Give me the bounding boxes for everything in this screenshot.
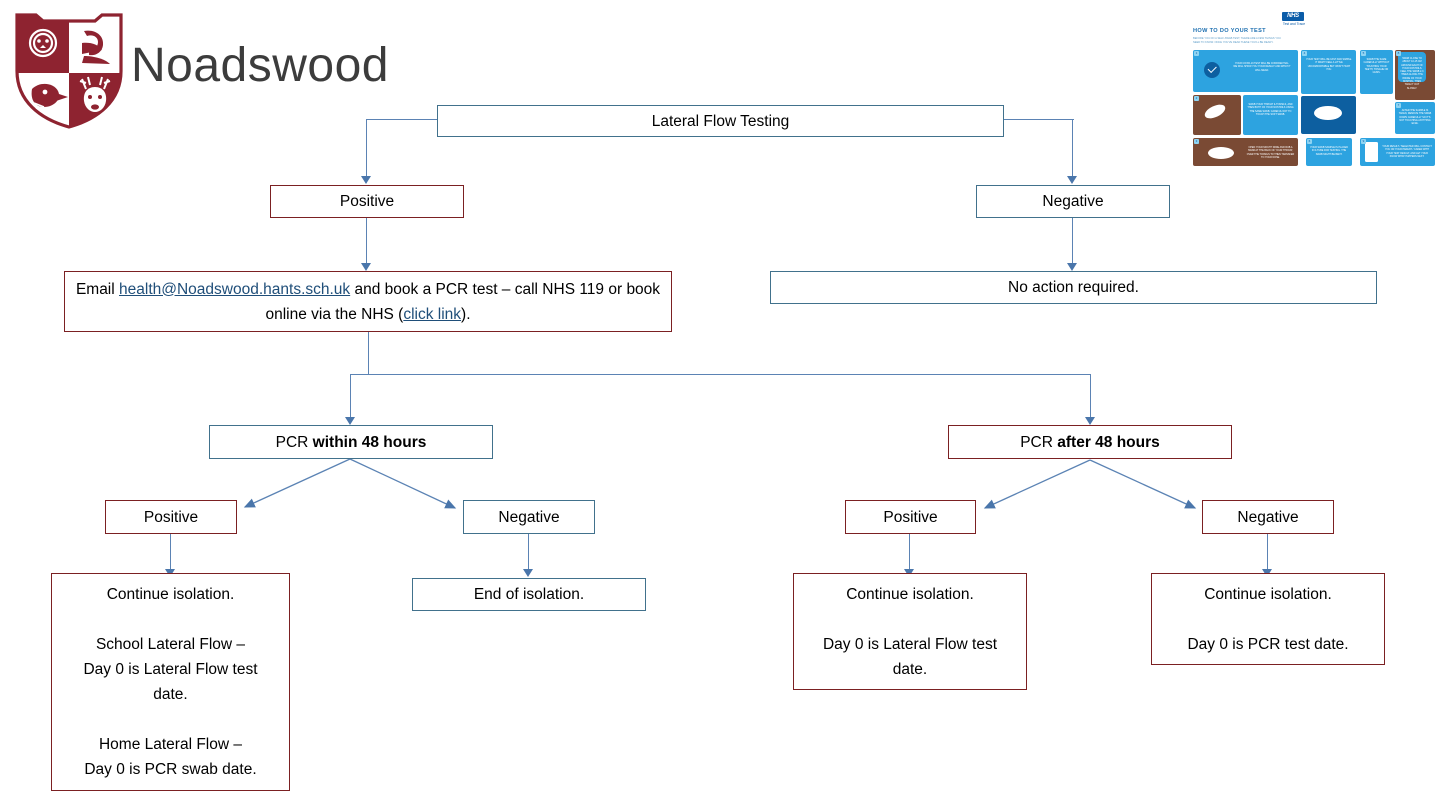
within-pos-line-6: Day 0 is PCR swab date. [84,761,257,778]
pcr-within-plain: PCR [275,433,313,451]
node-after-positive-outcome[interactable]: Continue isolation. Day 0 is Lateral Flo… [793,573,1027,690]
node-positive-top[interactable]: Positive [270,185,464,218]
node-no-action-required-label: No action required. [1008,279,1139,296]
connector-after-to-positive [983,459,1091,509]
after-neg-line-1: Continue isolation. [1204,585,1332,603]
node-within-positive-outcome[interactable]: Continue isolation. School Lateral Flow … [51,573,290,791]
connector-after-to-negative [1089,459,1197,509]
within-pos-line-4: date. [153,686,188,703]
node-pcr-after-48-hours[interactable]: PCR after 48 hours [948,425,1232,459]
node-within-negative-label: Negative [498,508,560,526]
connector-withinneg-to-outcome-arrow [523,569,533,577]
node-within-positive[interactable]: Positive [105,500,237,534]
within-pos-line-1: Continue isolation. [106,586,235,603]
nhs-booking-click-link[interactable]: click link [403,306,461,323]
node-within-negative[interactable]: Negative [463,500,595,534]
node-pcr-after-48-hours-label: PCR after 48 hours [949,430,1231,455]
node-negative-top[interactable]: Negative [976,185,1170,218]
node-pcr-within-48-hours-label: PCR within 48 hours [210,430,492,455]
node-after-negative-outcome[interactable]: Continue isolation. Day 0 is PCR test da… [1151,573,1385,665]
pcr-within-bold: within 48 hours [312,433,427,451]
email-post-text: ). [461,305,471,323]
flowchart-canvas: Noadswood NHS Test and Trace HOW TO DO Y… [0,0,1440,810]
node-after-positive-outcome-text: Continue isolation. Day 0 is Lateral Flo… [794,582,1026,682]
connector-afterpos-to-outcome-v [909,534,911,570]
pcr-after-bold: after 48 hours [1057,433,1160,451]
within-pos-line-2: School Lateral Flow – [95,636,246,653]
node-lateral-flow-testing[interactable]: Lateral Flow Testing [437,105,1004,137]
within-pos-line-3: Day 0 is Lateral Flow test [83,661,258,678]
after-pos-line-1: Continue isolation. [846,585,974,603]
node-within-negative-outcome[interactable]: End of isolation. [412,578,646,611]
node-within-negative-outcome-label: End of isolation. [473,586,585,603]
connector-withinneg-to-outcome-v [528,534,530,570]
node-within-positive-outcome-text: Continue isolation. School Lateral Flow … [52,582,289,782]
email-address-link[interactable]: health@Noadswood.hants.sch.uk [119,281,350,298]
after-neg-line-2: Day 0 is PCR test date. [1187,635,1349,653]
within-pos-gap-1 [58,607,283,632]
node-negative-top-label: Negative [1042,193,1104,210]
after-pos-line-2: Day 0 is Lateral Flow test [822,635,997,653]
after-neg-gap-1 [1158,607,1378,632]
within-pos-line-5: Home Lateral Flow – [98,736,242,753]
node-email-instruction[interactable]: Email health@Noadswood.hants.sch.uk and … [64,271,672,332]
node-email-instruction-text: Email health@Noadswood.hants.sch.uk and … [65,277,671,327]
node-positive-top-label: Positive [339,193,395,210]
email-pre-text: Email [75,280,120,298]
within-pos-gap-2 [58,707,283,732]
node-lateral-flow-testing-label: Lateral Flow Testing [651,112,790,130]
node-after-negative-outcome-text: Continue isolation. Day 0 is PCR test da… [1152,582,1384,657]
connector-within-to-negative [349,458,457,509]
connector-withinpos-to-outcome-v [170,534,172,570]
node-after-negative[interactable]: Negative [1202,500,1334,534]
node-within-positive-label: Positive [143,508,199,526]
after-pos-line-3: date. [892,660,928,678]
connector-afterneg-to-outcome-v [1267,534,1269,570]
node-no-action-required[interactable]: No action required. [770,271,1377,304]
node-after-positive[interactable]: Positive [845,500,976,534]
connector-within-to-positive [243,458,351,508]
node-after-positive-label: Positive [883,508,938,526]
node-after-negative-label: Negative [1237,508,1299,526]
after-pos-gap-1 [800,607,1020,632]
pcr-after-plain: PCR [1020,433,1058,451]
node-pcr-within-48-hours[interactable]: PCR within 48 hours [209,425,493,459]
